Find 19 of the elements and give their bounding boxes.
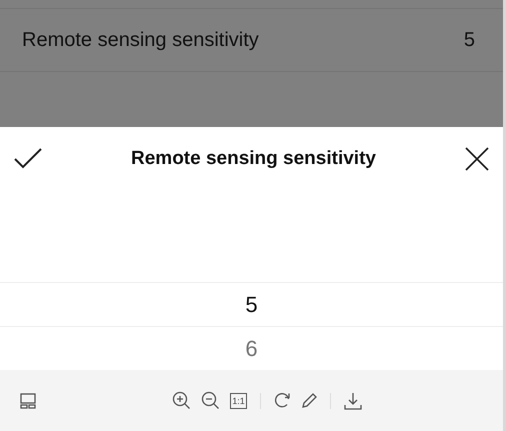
download-icon — [344, 392, 362, 410]
zoom-out-icon — [201, 391, 220, 410]
actual-size-button[interactable]: 1:1 — [230, 392, 247, 408]
zoom-out-button[interactable] — [201, 391, 220, 410]
layout-icon — [20, 392, 36, 408]
download-button[interactable] — [344, 392, 362, 410]
sheet-title: Remote sensing sensitivity — [131, 148, 376, 170]
confirm-button[interactable] — [14, 148, 42, 170]
setting-label: Remote sensing sensitivity — [22, 28, 259, 52]
rotate-icon — [274, 392, 291, 409]
edit-button[interactable] — [301, 392, 317, 408]
zoom-in-button[interactable] — [172, 391, 191, 410]
zoom-in-icon — [172, 391, 191, 410]
setting-value: 5 — [464, 28, 475, 52]
pencil-icon — [301, 392, 317, 408]
close-button[interactable] — [465, 146, 489, 170]
rotate-button[interactable] — [274, 392, 291, 409]
layout-button[interactable] — [20, 392, 36, 408]
picker-option[interactable]: 5 — [0, 282, 503, 326]
